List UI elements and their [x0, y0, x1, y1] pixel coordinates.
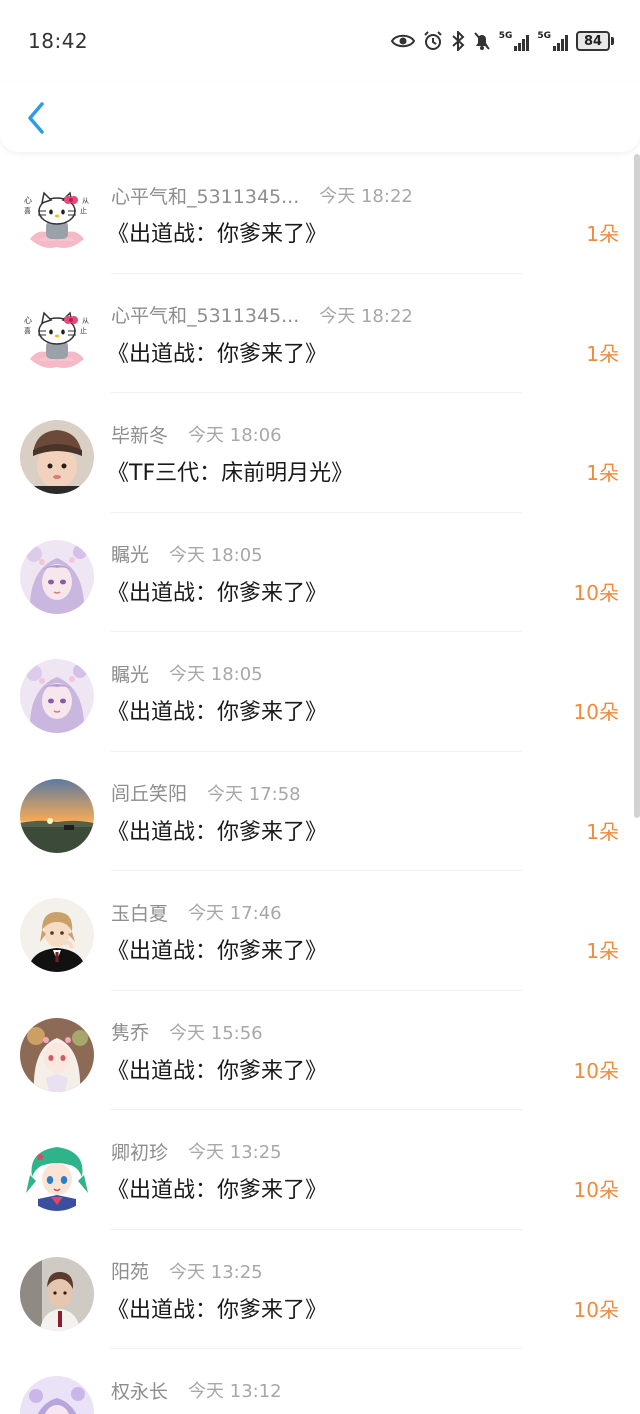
name-time-line: 心平气和_5311345... 今天 18:22	[111, 182, 413, 208]
user-name[interactable]: 瞩光	[111, 540, 149, 567]
flower-count: 1朵	[586, 939, 619, 963]
avatar[interactable]	[20, 539, 94, 614]
avatar[interactable]	[20, 420, 94, 494]
list-item[interactable]: 瞩光 今天 18:05 《出道战：你爹来了》 10朵	[0, 632, 634, 752]
signal-icon-2: 5G	[537, 31, 568, 51]
timestamp: 今天 18:05	[169, 544, 263, 566]
timestamp: 今天 17:46	[188, 903, 282, 924]
avatar[interactable]	[20, 1137, 94, 1211]
user-name[interactable]: 心平气和_5311345...	[111, 182, 299, 209]
svg-text:从: 从	[82, 197, 89, 205]
list-item[interactable]: 心 喜 从 止 心平气和_5311345... 今天 18:22 《出道战：你爹来了…	[0, 274, 634, 393]
user-name[interactable]: 毕新冬	[111, 421, 168, 448]
list-item[interactable]: 卿初珍 今天 13:25 《出道战：你爹来了》 10朵	[0, 1110, 634, 1230]
list-item[interactable]: 闾丘笑阳 今天 17:58 《出道战：你爹来了》 1朵	[0, 752, 634, 871]
gift-record-list[interactable]: 心 喜 从 止 心平气和_5311345... 今天 18:22 《出道战：你爹来了…	[0, 154, 634, 1414]
alarm-icon	[423, 29, 443, 53]
svg-text:心: 心	[24, 316, 32, 325]
work-title[interactable]: 《出道战：你爹来了》	[107, 1292, 327, 1324]
work-title[interactable]: 《TF三代：床前明月光》	[107, 455, 353, 487]
list-item[interactable]: 心 喜 从 止 心平气和_5311345... 今天 18:22 《出道战：你爹来了…	[0, 154, 634, 274]
name-time-line: 闾丘笑阳 今天 17:58	[111, 780, 301, 806]
list-item[interactable]: 毕新冬 今天 18:06 《TF三代：床前明月光》 1朵	[0, 393, 634, 513]
work-title[interactable]: 《出道战：你爹来了》	[107, 814, 327, 846]
svg-text:心: 心	[24, 196, 32, 205]
status-icons: 5G 5G 84	[390, 28, 614, 54]
list-item[interactable]: 隽乔 今天 15:56 《出道战：你爹来了》 10朵	[0, 991, 634, 1110]
timestamp: 今天 18:06	[188, 425, 282, 446]
avatar[interactable]	[20, 1376, 94, 1414]
name-time-line: 毕新冬 今天 18:06	[111, 421, 282, 447]
name-time-line: 权永长 今天 13:12	[111, 1377, 282, 1403]
list-item[interactable]: 权永长 今天 13:12	[0, 1349, 634, 1414]
flower-count: 10朵	[573, 1178, 619, 1202]
svg-text:止: 止	[80, 326, 87, 335]
list-item[interactable]: 阳苑 今天 13:25 《出道战：你爹来了》 10朵	[0, 1230, 634, 1349]
status-time: 18:42	[28, 29, 89, 53]
name-time-line: 玉白夏 今天 17:46	[111, 899, 282, 925]
user-name[interactable]: 卿初珍	[111, 1138, 168, 1165]
name-time-line: 隽乔 今天 15:56	[111, 1019, 263, 1045]
work-title[interactable]: 《出道战：你爹来了》	[107, 1053, 327, 1085]
avatar[interactable]	[20, 1256, 94, 1331]
status-bar: 18:42 5G 5G 84	[0, 0, 640, 82]
work-title[interactable]: 《出道战：你爹来了》	[107, 694, 327, 726]
svg-text:喜: 喜	[24, 326, 31, 335]
avatar[interactable]	[20, 898, 94, 972]
chevron-left-icon	[28, 102, 44, 134]
avatar[interactable]	[20, 1017, 94, 1092]
flower-count: 1朵	[586, 461, 619, 485]
flower-count: 10朵	[573, 700, 619, 724]
work-title[interactable]: 《出道战：你爹来了》	[107, 575, 327, 607]
timestamp: 今天 18:22	[319, 186, 413, 207]
svg-text:从: 从	[82, 317, 89, 325]
avatar[interactable]	[20, 659, 94, 733]
work-title[interactable]: 《出道战：你爹来了》	[107, 933, 327, 965]
timestamp: 今天 15:56	[169, 1022, 263, 1044]
flower-count: 1朵	[586, 222, 619, 246]
signal-icon-1: 5G	[499, 31, 530, 51]
avatar[interactable]	[20, 778, 94, 853]
list-item[interactable]: 瞩光 今天 18:05 《出道战：你爹来了》 10朵	[0, 513, 634, 632]
back-button[interactable]	[18, 98, 54, 138]
timestamp: 今天 13:25	[188, 1142, 282, 1163]
flower-count: 10朵	[573, 580, 619, 605]
name-time-line: 瞩光 今天 18:05	[111, 541, 263, 567]
name-time-line: 心平气和_5311345... 今天 18:22	[111, 302, 413, 328]
avatar[interactable]: 心 喜 从 止	[20, 300, 94, 375]
user-name[interactable]: 阳苑	[111, 1257, 149, 1284]
name-time-line: 瞩光 今天 18:05	[111, 660, 263, 686]
name-time-line: 卿初珍 今天 13:25	[111, 1138, 282, 1164]
svg-text:止: 止	[80, 206, 87, 215]
flower-count: 1朵	[586, 341, 619, 366]
timestamp: 今天 13:25	[169, 1261, 263, 1283]
avatar[interactable]: 心 喜 从 止	[20, 181, 94, 255]
work-title[interactable]: 《出道战：你爹来了》	[107, 216, 327, 248]
work-title[interactable]: 《出道战：你爹来了》	[107, 1172, 327, 1204]
name-time-line: 阳苑 今天 13:25	[111, 1258, 263, 1284]
bluetooth-icon	[451, 29, 465, 53]
header-bar	[0, 82, 640, 152]
timestamp: 今天 17:58	[207, 783, 301, 805]
work-title[interactable]: 《出道战：你爹来了》	[107, 336, 327, 368]
flower-count: 10朵	[573, 1058, 619, 1083]
user-name[interactable]: 瞩光	[111, 660, 149, 687]
svg-text:喜: 喜	[24, 206, 31, 215]
timestamp: 今天 13:12	[188, 1381, 282, 1402]
scrollbar[interactable]	[634, 154, 640, 818]
user-name[interactable]: 权永长	[111, 1377, 168, 1404]
user-name[interactable]: 玉白夏	[111, 899, 168, 926]
user-name[interactable]: 心平气和_5311345...	[111, 301, 299, 328]
mute-bell-icon	[473, 29, 491, 53]
list-item[interactable]: 玉白夏 今天 17:46 《出道战：你爹来了》 1朵	[0, 871, 634, 991]
flower-count: 10朵	[573, 1297, 619, 1322]
timestamp: 今天 18:05	[169, 664, 263, 685]
eye-icon	[390, 29, 415, 53]
flower-count: 1朵	[586, 819, 619, 844]
battery-level: 84	[576, 31, 610, 51]
user-name[interactable]: 闾丘笑阳	[111, 779, 187, 806]
timestamp: 今天 18:22	[319, 305, 413, 327]
user-name[interactable]: 隽乔	[111, 1018, 149, 1045]
battery-icon: 84	[576, 31, 614, 51]
